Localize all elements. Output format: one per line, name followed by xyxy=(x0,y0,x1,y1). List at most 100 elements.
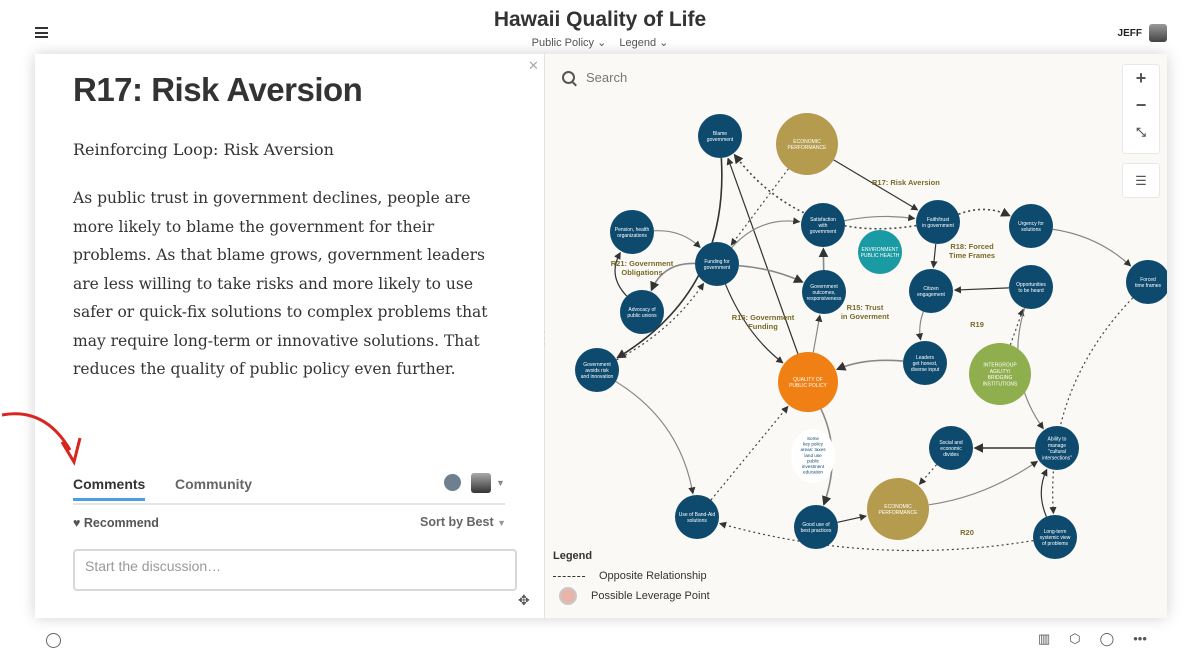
zoom-in-button[interactable]: + xyxy=(1123,65,1159,92)
move-icon[interactable]: ✥ xyxy=(518,592,530,609)
svg-text:Social and: Social and xyxy=(939,440,963,446)
node-satisfaction[interactable]: Satisfactionwithgovernment xyxy=(801,203,845,247)
svg-text:Blame: Blame xyxy=(713,131,727,137)
node-faith[interactable]: Faith/trustin government xyxy=(916,200,960,244)
node-funding[interactable]: Funding forgovernment xyxy=(695,242,739,286)
help-icon[interactable] xyxy=(46,633,61,648)
loop-label: R15: Trust xyxy=(847,303,884,312)
node-avoids[interactable]: Governmentavoids riskand innovation xyxy=(575,348,619,392)
svg-text:government: government xyxy=(810,229,837,235)
node-blame[interactable]: Blamegovernment xyxy=(698,114,742,158)
user-avatar xyxy=(1149,24,1167,42)
svg-text:PUBLIC HEALTH: PUBLIC HEALTH xyxy=(861,253,900,259)
node-qpp[interactable]: QUALITY OFPUBLIC POLICY xyxy=(778,352,838,412)
loop-diagram[interactable]: Blamegovernment ECONOMICPERFORMANCEPensio… xyxy=(545,54,1167,618)
legend-dropdown[interactable]: Legend ⌄ xyxy=(619,37,668,49)
discussion-input[interactable]: Start the discussion… xyxy=(73,549,517,591)
system-map[interactable]: Blame government ECONOMIC PERFORMANCE Pensio… xyxy=(545,54,1167,618)
loop-label: R21: Government xyxy=(611,259,674,268)
svg-text:"cultural: "cultural xyxy=(1048,449,1066,455)
svg-text:government: government xyxy=(704,265,731,271)
causal-link xyxy=(1049,297,1134,515)
tab-comments[interactable]: Comments xyxy=(73,476,146,501)
fit-view-icon[interactable]: ⤡ xyxy=(1123,119,1159,146)
svg-text:Leaders: Leaders xyxy=(916,355,935,361)
node-outcomes[interactable]: Governmentoutcomes,responsiveness xyxy=(802,270,846,314)
red-arrow-icon xyxy=(1,412,82,466)
zoom-out-button[interactable]: − xyxy=(1123,92,1159,119)
recommend-label: Recommend xyxy=(83,516,159,530)
node-social[interactable]: Social andeconomicdivides xyxy=(929,426,973,470)
search-icon xyxy=(562,71,575,84)
svg-text:government: government xyxy=(707,137,734,143)
svg-text:Satisfaction: Satisfaction xyxy=(810,217,836,223)
chevron-down-icon[interactable]: ▼ xyxy=(496,478,505,488)
user-menu[interactable]: JEFF xyxy=(1118,24,1167,42)
recommend-button[interactable]: ♥ Recommend xyxy=(73,516,159,530)
causal-link xyxy=(615,380,696,495)
node-pension[interactable]: Pension, healthorganizations xyxy=(610,210,654,254)
svg-text:QUALITY OF: QUALITY OF xyxy=(793,377,823,383)
svg-text:systemic view: systemic view xyxy=(1040,535,1071,541)
svg-text:ENVIRONMENT: ENVIRONMENT xyxy=(862,247,899,253)
legend-title: Legend xyxy=(553,550,593,562)
causal-link xyxy=(812,314,823,353)
svg-text:solutions: solutions xyxy=(687,518,707,524)
node-econ2[interactable]: ECONOMICPERFORMANCE xyxy=(867,478,929,540)
comment-tabs: Comments Community xyxy=(73,476,505,505)
svg-text:Government: Government xyxy=(583,362,611,368)
sort-chevron-icon: ▼ xyxy=(497,518,507,528)
node-forced[interactable]: Forcedtime frames xyxy=(1126,260,1167,304)
map-search[interactable]: Search xyxy=(562,70,627,85)
node-opportunities[interactable]: Opportunitiesto be heard xyxy=(1009,265,1053,309)
node-envhealth[interactable]: ENVIRONMENTPUBLIC HEALTH xyxy=(858,230,902,274)
svg-text:Long-term: Long-term xyxy=(1044,529,1067,535)
public-policy-dropdown[interactable]: Public Policy ⌄ xyxy=(532,37,607,49)
svg-text:manage: manage xyxy=(1048,443,1066,449)
svg-text:responsiveness: responsiveness xyxy=(807,296,842,302)
causal-link xyxy=(731,217,801,249)
tab-community[interactable]: Community xyxy=(175,476,252,492)
causal-link xyxy=(653,230,701,249)
svg-text:public: public xyxy=(807,458,820,463)
close-icon[interactable]: ✕ xyxy=(528,58,539,74)
more-icon[interactable]: ••• xyxy=(1133,631,1147,647)
comment-icon[interactable]: ◯ xyxy=(1100,631,1115,647)
svg-text:Funding for: Funding for xyxy=(704,259,730,265)
node-urgency[interactable]: Urgency forsolutions xyxy=(1009,204,1053,248)
svg-text:solutions: solutions xyxy=(1021,227,1041,233)
node-leaders[interactable]: Leadersget honest,diverse input xyxy=(903,341,947,385)
causal-link xyxy=(958,207,1011,217)
dashed-line-icon xyxy=(553,575,585,577)
loop-label: R16: Government xyxy=(732,313,795,322)
loop-label: in Goverment xyxy=(841,312,890,321)
causal-link xyxy=(835,359,904,371)
svg-text:areas: taxes: areas: taxes xyxy=(800,447,826,452)
svg-text:of problems: of problems xyxy=(1042,541,1069,547)
svg-text:INSTITUTIONS: INSTITUTIONS xyxy=(983,381,1018,387)
causal-link xyxy=(1040,468,1048,517)
node-longterm[interactable]: Long-termsystemic viewof problems xyxy=(1033,515,1077,559)
svg-text:in government: in government xyxy=(922,223,954,229)
filter-settings-icon[interactable]: ☰ xyxy=(1122,163,1160,198)
node-bandaid[interactable]: Use of Band-Aidsolutions xyxy=(675,495,719,539)
svg-text:intersections": intersections" xyxy=(1042,455,1072,461)
map-icon[interactable]: ▥ xyxy=(1038,631,1050,647)
chat-bubble-icon[interactable] xyxy=(444,474,461,491)
node-citizen[interactable]: Citizenengagement xyxy=(909,269,953,313)
svg-text:land use: land use xyxy=(804,453,822,458)
causal-link xyxy=(953,286,1010,294)
node-goodpractice[interactable]: Good use ofbest practices xyxy=(794,505,838,549)
svg-text:Pension, health: Pension, health xyxy=(615,227,650,233)
node-econ1[interactable]: ECONOMICPERFORMANCE xyxy=(776,113,838,175)
svg-text:economic: economic xyxy=(940,446,962,452)
loop-label: R18: Forced xyxy=(950,242,994,251)
commenter-avatar[interactable] xyxy=(471,473,491,493)
cube-icon[interactable]: ⬡ xyxy=(1069,631,1080,647)
node-advocacy[interactable]: Advocacy ofpublic unions xyxy=(620,290,664,334)
causal-link xyxy=(930,243,938,269)
svg-text:PERFORMANCE: PERFORMANCE xyxy=(879,510,919,516)
node-ability[interactable]: Ability tomanage"culturalintersections" xyxy=(1035,426,1079,470)
sort-dropdown[interactable]: Sort by Best ▼ xyxy=(420,515,506,529)
node-intergroup[interactable]: INTERGROUPAGILITY/BRIDGINGINSTITUTIONS xyxy=(969,343,1031,405)
